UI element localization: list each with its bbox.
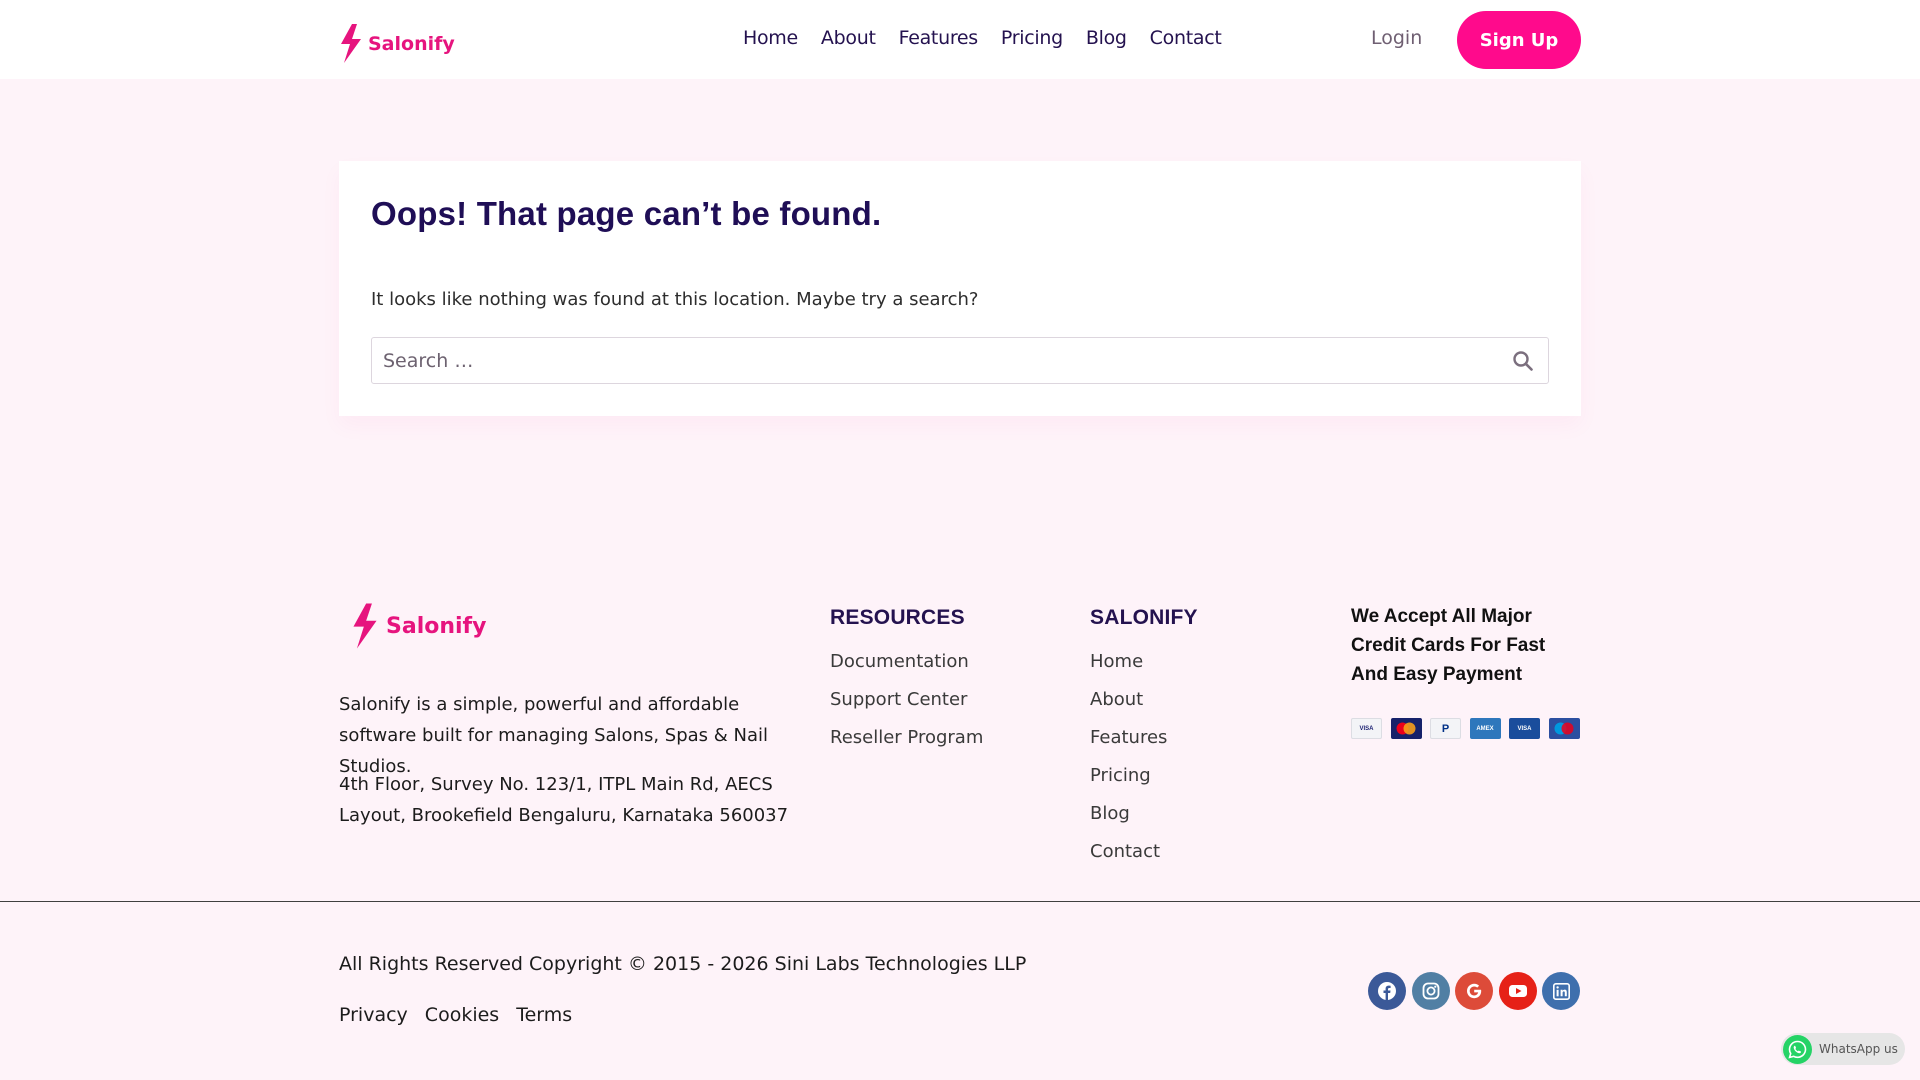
terms-link[interactable]: Terms	[516, 1004, 572, 1026]
whatsapp-label: WhatsApp us	[1819, 1042, 1898, 1056]
footer-link-features[interactable]: Features	[1090, 727, 1167, 748]
mastercard-icon	[1390, 718, 1422, 739]
nav-pricing[interactable]: Pricing	[1001, 27, 1063, 49]
cookies-link[interactable]: Cookies	[425, 1004, 499, 1026]
nav-about[interactable]: About	[821, 27, 876, 49]
paypal-icon: P	[1430, 718, 1461, 739]
nav-features[interactable]: Features	[899, 27, 979, 49]
social-links	[1368, 972, 1586, 1010]
footer-link-home[interactable]: Home	[1090, 651, 1143, 672]
maestro-icon	[1548, 718, 1580, 739]
login-link[interactable]: Login	[1371, 27, 1422, 49]
privacy-link[interactable]: Privacy	[339, 1004, 408, 1026]
footer-address: 4th Floor, Survey No. 123/1, ITPL Main R…	[339, 774, 789, 826]
resources-heading: RESOURCES	[830, 606, 965, 629]
salonify-logo[interactable]: Salonify	[338, 24, 455, 63]
nav-blog[interactable]: Blog	[1086, 27, 1127, 49]
not-found-card: Oops! That page can’t be found. It looks…	[339, 161, 1581, 416]
nav-contact[interactable]: Contact	[1150, 27, 1222, 49]
footer-link-pricing[interactable]: Pricing	[1090, 765, 1151, 786]
copyright-text: All Rights Reserved Copyright © 2015 - 2…	[339, 953, 1027, 975]
payment-cards: VISA P AMEX VISA	[1351, 718, 1588, 739]
payment-heading: We Accept All Major Credit Cards For Fas…	[1351, 606, 1546, 685]
site-header: Salonify Home About Features Pricing Blo…	[0, 0, 1920, 79]
footer-divider	[0, 901, 1920, 902]
whatsapp-button[interactable]: WhatsApp us	[1781, 1033, 1905, 1065]
search-icon[interactable]	[1512, 350, 1534, 372]
footer-link-documentation[interactable]: Documentation	[830, 651, 969, 672]
resources-list: Documentation Support Center Reseller Pr…	[830, 643, 983, 757]
page-title: Oops! That page can’t be found.	[371, 195, 882, 232]
footer-link-contact[interactable]: Contact	[1090, 841, 1160, 862]
search-input[interactable]	[372, 338, 1492, 383]
signup-button[interactable]: Sign Up	[1457, 11, 1581, 69]
lightning-bolt-icon	[341, 24, 361, 63]
nav-home[interactable]: Home	[743, 27, 798, 49]
footer-link-blog[interactable]: Blog	[1090, 803, 1130, 824]
brand-name: Salonify	[368, 32, 455, 55]
footer-link-reseller-program[interactable]: Reseller Program	[830, 727, 983, 748]
main-nav: Home About Features Pricing Blog Contact	[743, 27, 1245, 49]
not-found-message: It looks like nothing was found at this …	[371, 289, 979, 310]
instagram-icon[interactable]	[1411, 972, 1450, 1010]
salonify-links-list: Home About Features Pricing Blog Contact	[1090, 643, 1167, 871]
visa-card-icon: VISA	[1351, 718, 1382, 739]
footer-link-about[interactable]: About	[1090, 689, 1143, 710]
youtube-icon[interactable]	[1498, 972, 1537, 1010]
lightning-bolt-icon	[353, 603, 377, 649]
linkedin-icon[interactable]	[1542, 972, 1580, 1010]
american-express-icon: AMEX	[1469, 718, 1501, 739]
visa-electron-icon: VISA	[1509, 718, 1540, 739]
google-icon[interactable]	[1455, 972, 1493, 1010]
legal-links: Privacy Cookies Terms	[339, 1004, 589, 1026]
footer-brand-name: Salonify	[386, 613, 487, 639]
facebook-icon[interactable]	[1368, 972, 1406, 1010]
footer-logo[interactable]: Salonify	[350, 603, 486, 649]
search-form	[371, 337, 1549, 384]
footer-link-support-center[interactable]: Support Center	[830, 689, 967, 710]
salonify-heading: SALONIFY	[1090, 606, 1198, 629]
whatsapp-icon	[1783, 1034, 1812, 1064]
